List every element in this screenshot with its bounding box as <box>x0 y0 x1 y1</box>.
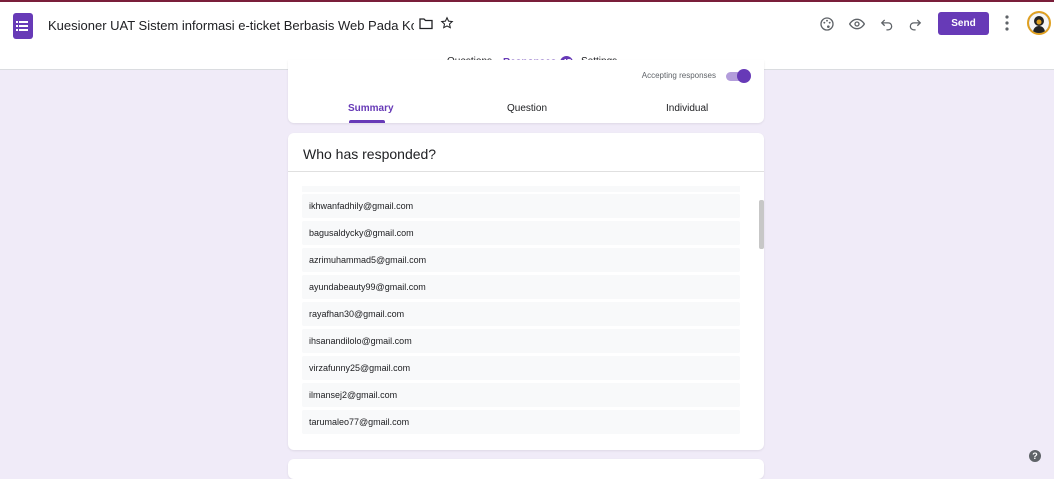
avatar[interactable] <box>1027 11 1051 35</box>
accepting-responses-toggle[interactable] <box>726 69 751 83</box>
palette-icon[interactable] <box>817 14 837 34</box>
redo-icon[interactable] <box>905 14 925 34</box>
subtab-question[interactable]: Question <box>507 103 547 114</box>
subtab-individual[interactable]: Individual <box>666 103 708 114</box>
more-vert-icon[interactable] <box>1003 14 1011 37</box>
divider <box>288 171 764 172</box>
undo-icon[interactable] <box>877 14 897 34</box>
send-button[interactable]: Send <box>938 12 989 35</box>
list-top-strip <box>302 186 740 192</box>
list-scrollbar[interactable] <box>759 200 764 249</box>
who-responded-card: Who has responded? ikhwanfadhily@gmail.c… <box>288 133 764 450</box>
next-card <box>288 459 764 479</box>
list-item[interactable]: ilmansej2@gmail.com <box>302 383 740 407</box>
list-item[interactable]: tarumaleo77@gmail.com <box>302 410 740 434</box>
who-responded-title: Who has responded? <box>303 146 437 162</box>
help-icon[interactable]: ? <box>1029 450 1041 462</box>
list-item[interactable]: azrimuhammad5@gmail.com <box>302 248 740 272</box>
subtab-summary[interactable]: Summary <box>348 103 394 114</box>
list-item[interactable]: rayafhan30@gmail.com <box>302 302 740 326</box>
list-item[interactable]: bagusaldycky@gmail.com <box>302 221 740 245</box>
eye-icon[interactable] <box>847 14 867 34</box>
responses-summary-card: Accepting responses Summary Question Ind… <box>288 60 764 123</box>
list-item[interactable]: ayundabeauty99@gmail.com <box>302 275 740 299</box>
list-item[interactable]: virzafunny25@gmail.com <box>302 356 740 380</box>
form-title[interactable]: Kuesioner UAT Sistem informasi e-ticket … <box>48 18 414 33</box>
google-forms-icon[interactable] <box>13 13 33 39</box>
list-item[interactable]: ikhwanfadhily@gmail.com <box>302 194 740 218</box>
folder-icon[interactable] <box>419 17 433 35</box>
list-item[interactable]: ihsanandilolo@gmail.com <box>302 329 740 353</box>
active-subtab-indicator <box>349 120 385 123</box>
accepting-responses-label: Accepting responses <box>641 71 716 80</box>
star-icon[interactable] <box>440 16 454 35</box>
